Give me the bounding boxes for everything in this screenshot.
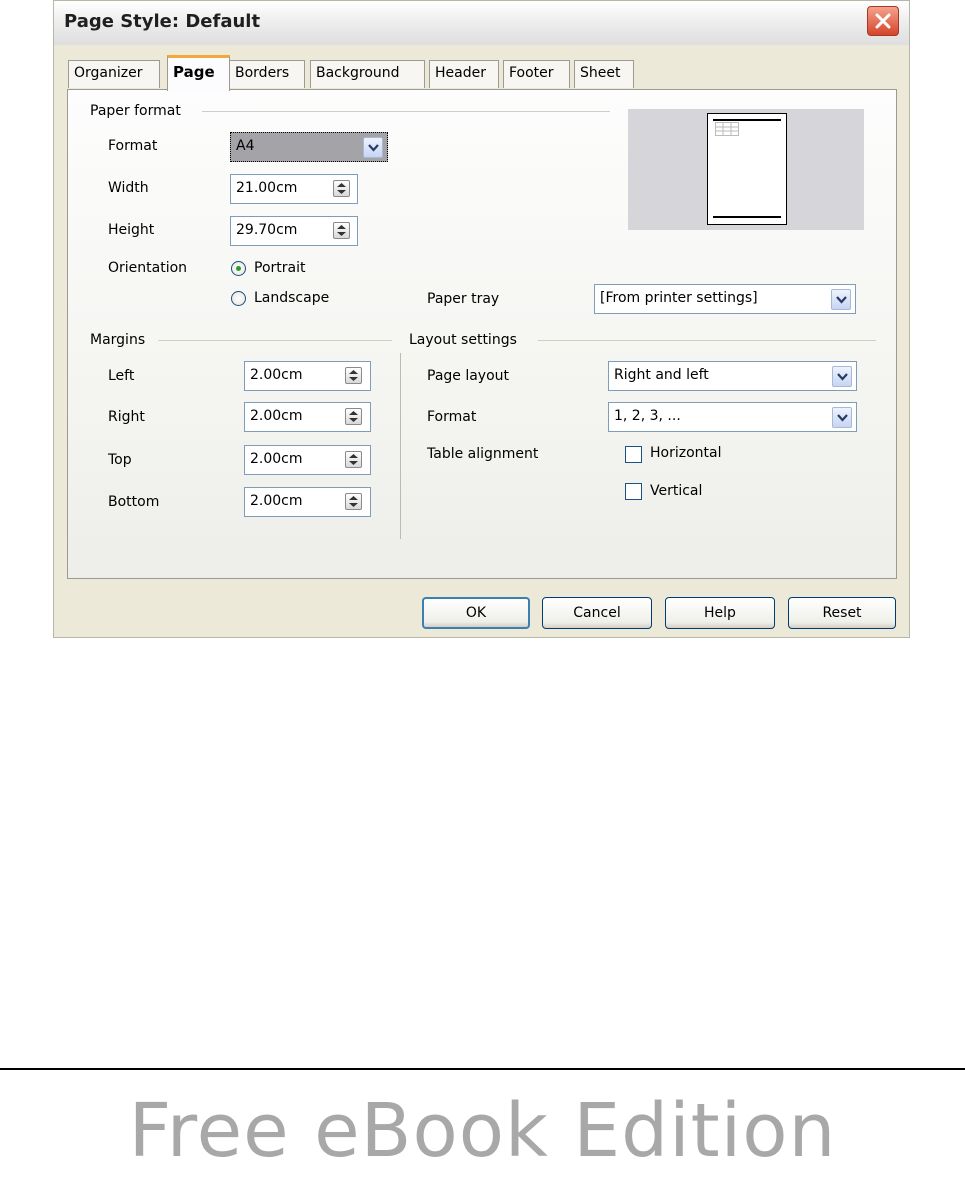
table-alignment-label: Table alignment xyxy=(427,446,539,462)
tab-label: Page xyxy=(173,63,215,81)
tab-label: Organizer xyxy=(74,65,143,81)
column-separator xyxy=(400,353,401,539)
ok-button-label: OK xyxy=(465,605,487,621)
group-divider xyxy=(202,111,610,112)
chevron-down-icon[interactable] xyxy=(832,407,852,428)
tab-background[interactable]: Background xyxy=(310,60,425,88)
page-layout-select[interactable]: Right and left xyxy=(608,361,857,391)
spin-arrows-icon[interactable] xyxy=(345,493,362,510)
height-field[interactable]: 29.70cm xyxy=(230,216,358,246)
group-divider xyxy=(158,340,392,341)
free-ebook-edition-watermark: Free eBook Edition xyxy=(128,1088,837,1174)
numbering-format-label: Format xyxy=(427,409,477,425)
cancel-button-label: Cancel xyxy=(573,605,621,621)
spin-arrows-icon[interactable] xyxy=(333,180,350,197)
paper-tray-label: Paper tray xyxy=(427,291,500,307)
preview-bottom-margin xyxy=(713,216,781,218)
table-grid-icon xyxy=(715,122,739,136)
paper-format-group-label: Paper format xyxy=(90,103,181,119)
vertical-checkbox[interactable] xyxy=(625,483,642,500)
height-value: 29.70cm xyxy=(236,222,298,238)
spin-arrows-icon[interactable] xyxy=(333,222,350,239)
tab-organizer[interactable]: Organizer xyxy=(68,60,160,88)
margins-group-label: Margins xyxy=(90,332,146,348)
left-margin-label: Left xyxy=(108,368,135,384)
footer-divider xyxy=(0,1068,965,1070)
numbering-format-value: 1, 2, 3, ... xyxy=(614,408,681,424)
height-label: Height xyxy=(108,222,155,238)
tab-footer[interactable]: Footer xyxy=(503,60,570,88)
layout-settings-group-label: Layout settings xyxy=(409,332,517,348)
ok-button[interactable]: OK xyxy=(422,597,530,629)
tab-label: Borders xyxy=(235,65,290,81)
tab-label: Background xyxy=(316,65,400,81)
page-preview-sheet xyxy=(707,113,787,225)
chevron-down-icon[interactable] xyxy=(831,289,851,310)
top-margin-field[interactable]: 2.00cm xyxy=(244,445,371,475)
bottom-margin-field[interactable]: 2.00cm xyxy=(244,487,371,517)
tab-borders[interactable]: Borders xyxy=(229,60,305,88)
horizontal-checkbox[interactable] xyxy=(625,446,642,463)
title-bar[interactable]: Page Style: Default xyxy=(54,1,909,45)
format-select-value: A4 xyxy=(236,138,255,154)
spin-arrows-icon[interactable] xyxy=(345,408,362,425)
right-margin-value: 2.00cm xyxy=(250,408,303,424)
help-button[interactable]: Help xyxy=(665,597,775,629)
numbering-format-select[interactable]: 1, 2, 3, ... xyxy=(608,402,857,432)
width-value: 21.00cm xyxy=(236,180,298,196)
portrait-radio[interactable] xyxy=(231,261,246,276)
format-select[interactable]: A4 xyxy=(230,132,388,162)
help-button-label: Help xyxy=(704,605,736,621)
paper-tray-value: [From printer settings] xyxy=(600,290,758,306)
paper-tray-select[interactable]: [From printer settings] xyxy=(594,284,856,314)
width-label: Width xyxy=(108,180,149,196)
group-divider xyxy=(538,340,876,341)
close-icon xyxy=(875,13,891,29)
page-layout-value: Right and left xyxy=(614,367,709,383)
tab-label: Footer xyxy=(509,65,554,81)
tab-header[interactable]: Header xyxy=(429,60,499,88)
landscape-radio[interactable] xyxy=(231,291,246,306)
tab-label: Header xyxy=(435,65,486,81)
left-margin-field[interactable]: 2.00cm xyxy=(244,361,371,391)
top-margin-value: 2.00cm xyxy=(250,451,303,467)
top-margin-label: Top xyxy=(108,452,132,468)
preview-top-margin xyxy=(713,119,781,121)
close-button[interactable] xyxy=(867,6,899,36)
tab-label: Sheet xyxy=(580,65,621,81)
chevron-down-icon[interactable] xyxy=(363,137,383,158)
left-margin-value: 2.00cm xyxy=(250,367,303,383)
tab-page[interactable]: Page xyxy=(167,55,230,91)
page-layout-label: Page layout xyxy=(427,368,510,384)
spin-arrows-icon[interactable] xyxy=(345,367,362,384)
format-label: Format xyxy=(108,138,158,154)
bottom-margin-value: 2.00cm xyxy=(250,493,303,509)
radio-selected-dot xyxy=(236,266,241,271)
page-style-dialog: Page Style: Default Organizer Page Borde… xyxy=(53,0,910,638)
right-margin-label: Right xyxy=(108,409,145,425)
bottom-margin-label: Bottom xyxy=(108,494,160,510)
vertical-label[interactable]: Vertical xyxy=(650,483,702,499)
orientation-label: Orientation xyxy=(108,260,188,276)
reset-button-label: Reset xyxy=(822,605,862,621)
width-field[interactable]: 21.00cm xyxy=(230,174,358,204)
dialog-title: Page Style: Default xyxy=(64,11,261,32)
landscape-label[interactable]: Landscape xyxy=(254,290,329,306)
spin-arrows-icon[interactable] xyxy=(345,451,362,468)
cancel-button[interactable]: Cancel xyxy=(542,597,652,629)
portrait-label[interactable]: Portrait xyxy=(254,260,305,276)
tab-sheet[interactable]: Sheet xyxy=(574,60,634,88)
chevron-down-icon[interactable] xyxy=(832,366,852,387)
reset-button[interactable]: Reset xyxy=(788,597,896,629)
right-margin-field[interactable]: 2.00cm xyxy=(244,402,371,432)
horizontal-label[interactable]: Horizontal xyxy=(650,445,721,461)
